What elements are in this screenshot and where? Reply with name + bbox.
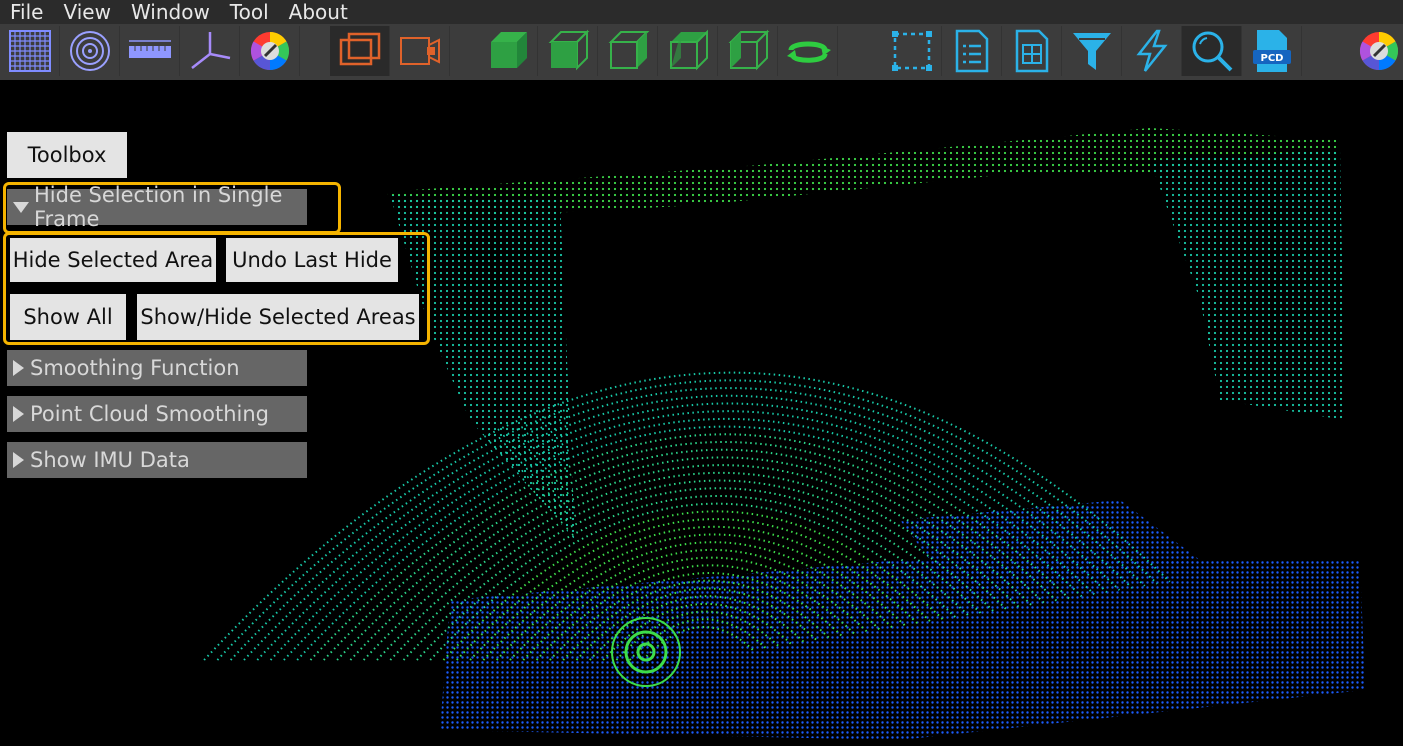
- box-frame-button[interactable]: [330, 26, 390, 76]
- cube-back-button[interactable]: [718, 26, 778, 76]
- selection-rect-icon: [891, 31, 932, 71]
- show-imu-data-header[interactable]: Show IMU Data: [7, 442, 307, 478]
- smoothing-function-label: Smoothing Function: [30, 356, 240, 380]
- list-doc-icon: [955, 29, 988, 73]
- cube-icon: [490, 32, 527, 68]
- list-doc-button[interactable]: [942, 26, 1002, 76]
- cube-front-icon: [548, 29, 589, 71]
- camera-box-button[interactable]: [390, 26, 450, 76]
- hide-selected-area-button[interactable]: Hide Selected Area: [10, 238, 216, 282]
- menu-bar: File View Window Tool About: [0, 0, 1403, 24]
- triangle-down-icon: [13, 201, 29, 213]
- smoothing-function-header[interactable]: Smoothing Function: [7, 350, 307, 386]
- grid-button[interactable]: [0, 26, 60, 76]
- menu-file[interactable]: File: [0, 0, 53, 24]
- cube-side-button[interactable]: [598, 26, 658, 76]
- point-cloud-smoothing-header[interactable]: Point Cloud Smoothing: [7, 396, 307, 432]
- toolbar-group-view: [0, 26, 300, 76]
- cube-button[interactable]: [478, 26, 538, 76]
- show-hide-selected-areas-button[interactable]: Show/Hide Selected Areas: [137, 294, 419, 340]
- cube-top-icon: [669, 29, 708, 71]
- selection-rect-button[interactable]: [882, 26, 942, 76]
- toolbar-group-frames: [330, 26, 450, 76]
- menu-tool[interactable]: Tool: [220, 0, 279, 24]
- cube-front-button[interactable]: [538, 26, 598, 76]
- search-button[interactable]: [1182, 26, 1242, 76]
- cube-side-icon: [608, 31, 649, 69]
- lightning-button[interactable]: [1122, 26, 1182, 76]
- toolbar-group-tools: PCD: [882, 26, 1302, 76]
- filter-button[interactable]: [1062, 26, 1122, 76]
- color-wheel-button[interactable]: [240, 26, 300, 76]
- grid-icon: [8, 30, 51, 72]
- undo-last-hide-button[interactable]: Undo Last Hide: [226, 238, 398, 282]
- axes-button[interactable]: [180, 26, 240, 76]
- toolbar: PCD: [0, 24, 1403, 80]
- cube-back-icon: [728, 29, 769, 71]
- point-cloud-smoothing-label: Point Cloud Smoothing: [30, 402, 269, 426]
- hide-selection-header[interactable]: Hide Selection in Single Frame: [7, 183, 307, 231]
- cube-top-button[interactable]: [658, 26, 718, 76]
- radar-rings-button[interactable]: [60, 26, 120, 76]
- pcd-file-icon: PCD: [1252, 30, 1291, 72]
- toolbar-group-cube-views: [478, 26, 838, 76]
- color-wheel-icon: [250, 31, 289, 71]
- menu-about[interactable]: About: [279, 0, 358, 24]
- color-wheel-icon: [1359, 31, 1398, 71]
- toolbar-group-extra: [1354, 26, 1403, 76]
- pcd-file-button[interactable]: PCD: [1242, 26, 1302, 76]
- radar-rings-icon: [69, 31, 110, 71]
- triangle-right-icon: [13, 360, 24, 376]
- lightning-icon: [1135, 29, 1168, 72]
- ruler-icon: [128, 40, 171, 58]
- toolbox-button[interactable]: Toolbox: [7, 132, 127, 178]
- ruler-button[interactable]: [120, 26, 180, 76]
- pcd-label: PCD: [1260, 53, 1283, 64]
- axes-icon: [190, 32, 230, 69]
- triangle-right-icon: [13, 452, 24, 468]
- camera-box-icon: [399, 37, 440, 65]
- grid-doc-icon: [1015, 29, 1048, 73]
- color-wheel-button-2[interactable]: [1354, 26, 1403, 76]
- menu-window[interactable]: Window: [121, 0, 220, 24]
- rotate-button[interactable]: [778, 26, 838, 76]
- triangle-right-icon: [13, 406, 24, 422]
- show-all-button[interactable]: Show All: [10, 294, 126, 340]
- grid-doc-button[interactable]: [1002, 26, 1062, 76]
- show-imu-data-label: Show IMU Data: [30, 448, 190, 472]
- menu-view[interactable]: View: [53, 0, 120, 24]
- box-frame-icon: [339, 32, 380, 66]
- rotate-icon: [786, 41, 831, 63]
- search-icon: [1192, 31, 1232, 72]
- hide-selection-header-label: Hide Selection in Single Frame: [34, 183, 283, 231]
- filter-icon: [1072, 33, 1111, 70]
